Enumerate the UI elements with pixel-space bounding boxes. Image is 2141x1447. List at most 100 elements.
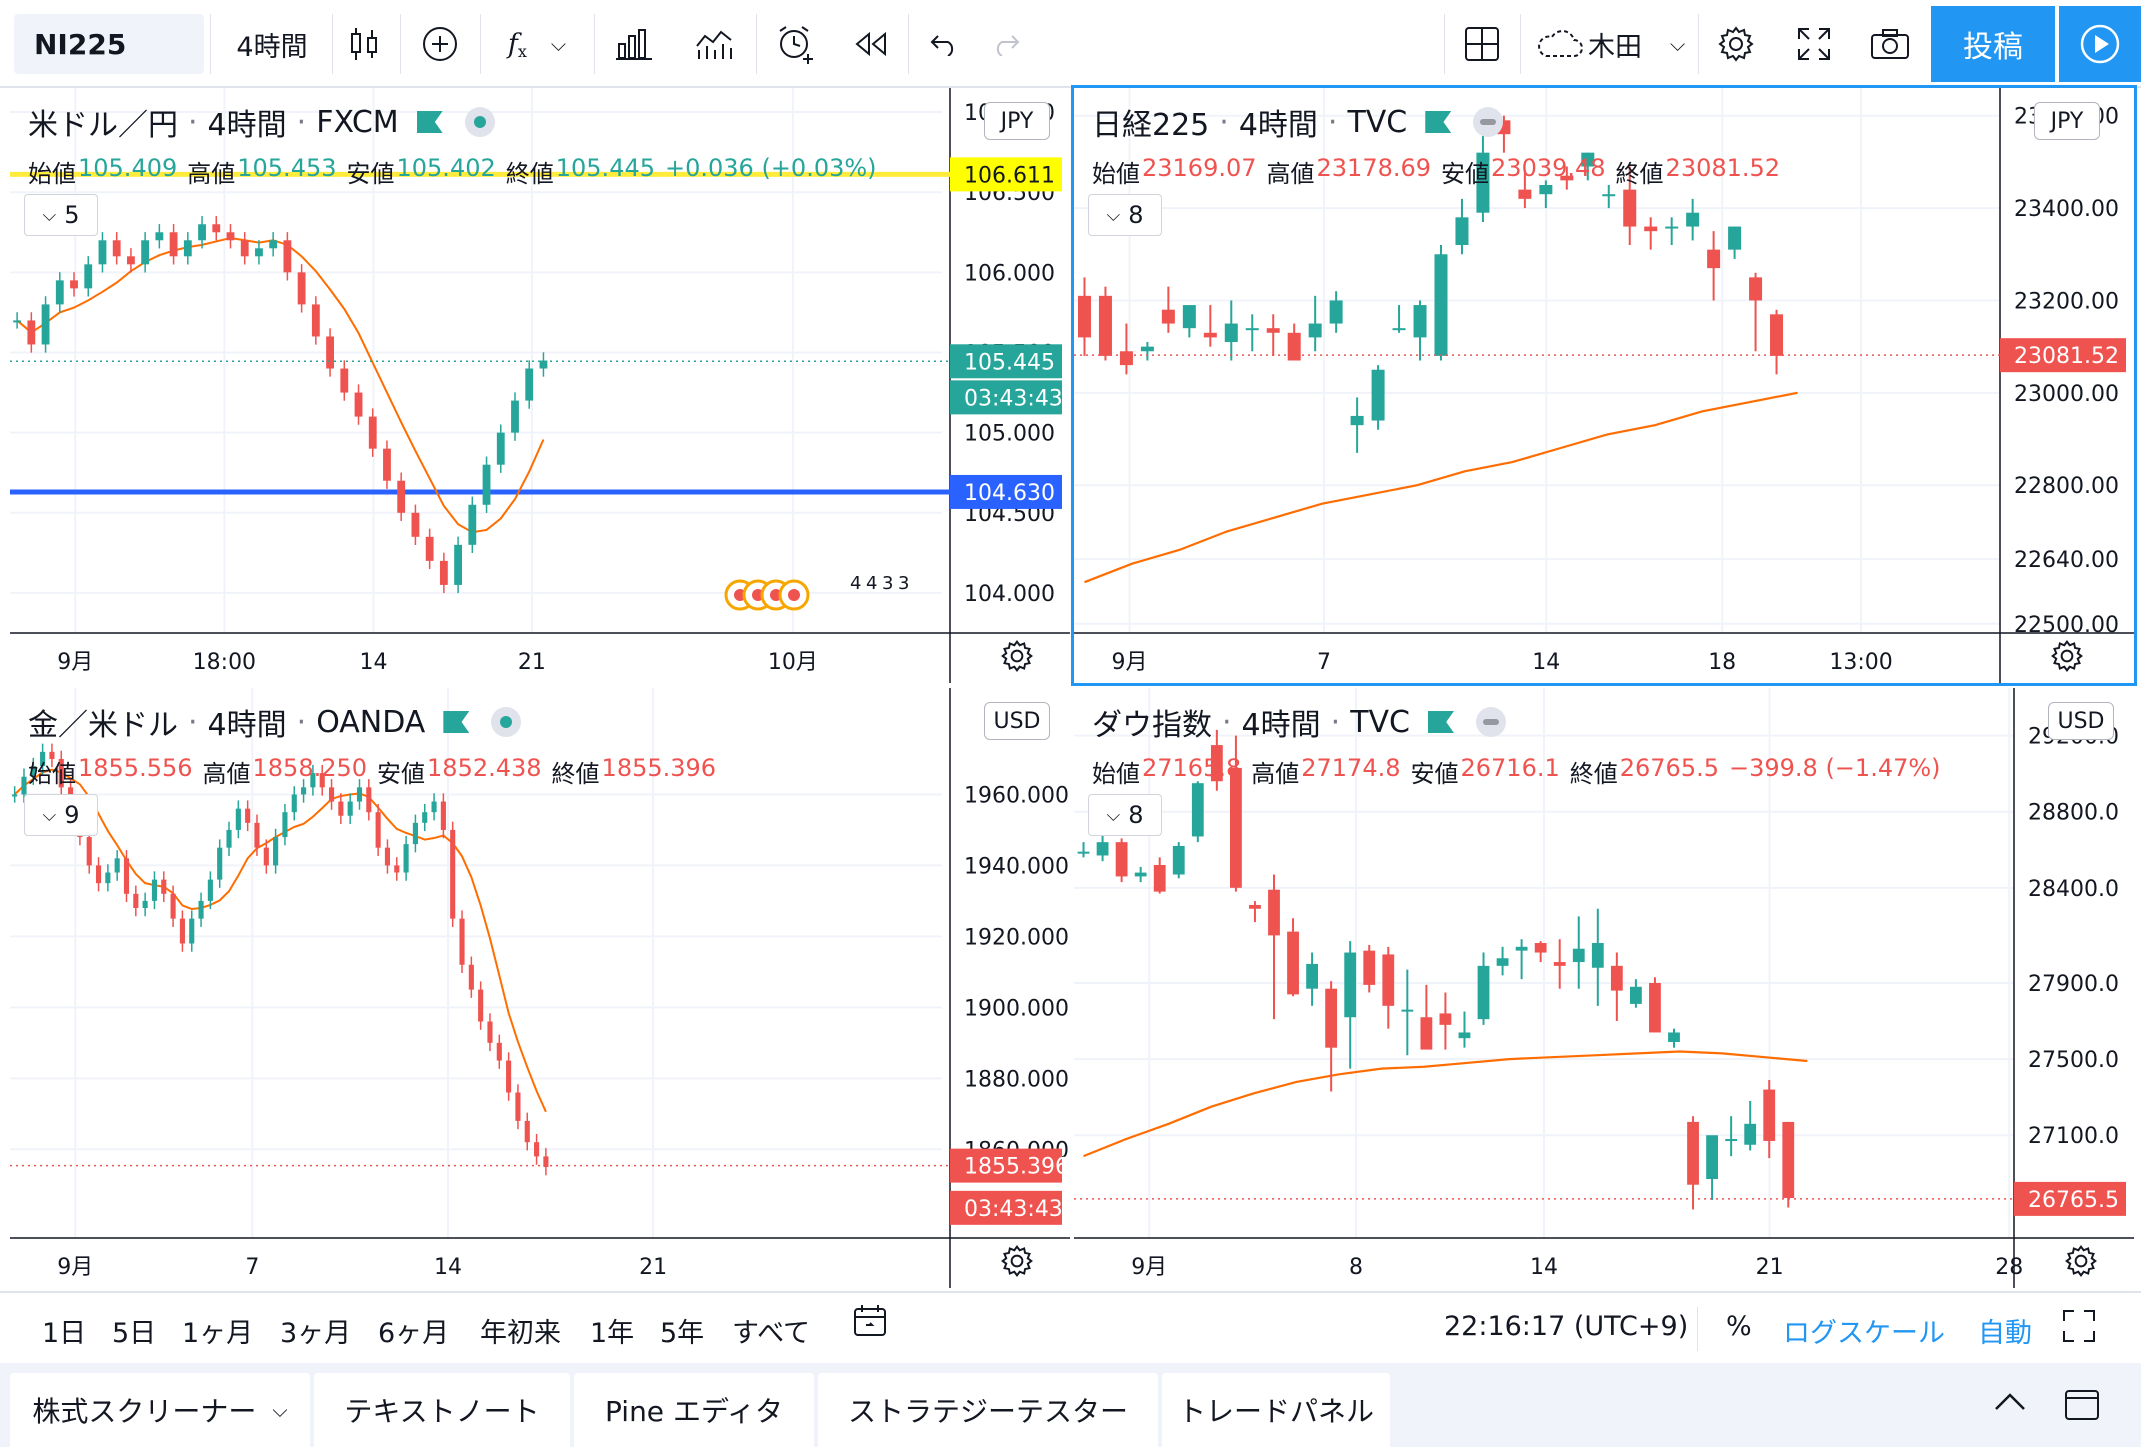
replay-button[interactable] (836, 0, 906, 88)
fullscreen-scale-button[interactable] (2062, 1309, 2096, 1350)
bottom-tab[interactable]: 株式スクリーナー ⌵ (10, 1373, 310, 1447)
publish-button[interactable]: 投稿 (1931, 6, 2055, 82)
chart-pane-dji[interactable]: 29200.028800.028400.027900.027500.027100… (1074, 688, 2134, 1288)
candle (1610, 952, 1623, 1022)
currency-badge[interactable]: USD (2048, 702, 2114, 740)
symbol-name[interactable]: 金／米ドル (28, 700, 178, 744)
range-button[interactable]: すべて (732, 1311, 810, 1350)
candle (1782, 1121, 1795, 1208)
range-button[interactable]: 3ヶ月 (280, 1311, 351, 1350)
auto-scale-toggle[interactable]: 自動 (1978, 1311, 2032, 1350)
time-tick-label: 14 (1532, 650, 1560, 675)
candle (524, 1112, 530, 1151)
candle (1392, 305, 1406, 333)
exchange-name: TVC (1350, 704, 1410, 740)
snapshot-button[interactable] (1854, 0, 1926, 88)
symbol-name[interactable]: 日経225 (1092, 100, 1209, 144)
templates-button[interactable] (676, 0, 752, 88)
candle (1749, 272, 1763, 352)
indicators-toggle[interactable]: ⌵ 8 (1088, 794, 1162, 836)
range-button[interactable]: 1ヶ月 (182, 1311, 253, 1350)
interval-name[interactable]: 4時間 (208, 700, 287, 744)
price-axis-badge: 1855.396 (950, 1148, 1069, 1183)
chart-pane-xauusd[interactable]: 1960.000 1940.000 1920.000 1900.000 1880.000… (10, 688, 1070, 1288)
range-button[interactable]: 1年 (590, 1311, 634, 1350)
save-layout-button[interactable]: 木田 ⌵ (1522, 0, 1698, 88)
percent-toggle[interactable]: % (1726, 1311, 1752, 1342)
range-button[interactable]: 1日 (42, 1311, 86, 1350)
financials-button[interactable] (596, 0, 672, 88)
candle (133, 885, 139, 917)
ohlc-values: 始値 27165.8 高値 27174.8 安値 26716.1 終値 26765.5 −399… (1092, 754, 1941, 789)
event-count: 3 (898, 573, 909, 594)
currency-badge[interactable]: JPY (2034, 102, 2100, 140)
clock[interactable]: 22:16:17 (UTC+9) (1444, 1311, 1688, 1342)
undo-button[interactable] (912, 0, 978, 88)
chart-style-button[interactable] (334, 0, 394, 88)
market-status-icon[interactable] (1475, 707, 1506, 737)
symbol-name[interactable]: 米ドル／円 (28, 100, 178, 144)
chevron-down-icon: ⌵ (272, 1398, 288, 1422)
interval-button[interactable]: 4時間 (212, 0, 332, 88)
interval-name[interactable]: 4時間 (208, 100, 287, 144)
candle (515, 1084, 521, 1130)
candle (1191, 781, 1204, 843)
flag-icon[interactable] (443, 711, 470, 733)
candle (368, 408, 377, 457)
currency-badge[interactable]: JPY (984, 102, 1050, 140)
interval-name[interactable]: 4時間 (1242, 700, 1321, 744)
alarm-clock-icon (779, 26, 813, 64)
indicator-count: 5 (64, 201, 80, 229)
range-button[interactable]: 年初来 (480, 1311, 561, 1350)
collapse-panel-button[interactable] (1992, 1389, 2028, 1417)
range-button[interactable]: 5年 (660, 1311, 704, 1350)
play-button[interactable] (2059, 6, 2141, 82)
maximize-panel-button[interactable] (2064, 1387, 2100, 1425)
compare-button[interactable] (402, 0, 478, 88)
indicators-toggle[interactable]: ⌵ 8 (1088, 194, 1162, 236)
currency-badge[interactable]: USD (984, 702, 1050, 740)
time-tick-label: 9月 (57, 1255, 93, 1280)
time-tick-label: 14 (359, 650, 387, 675)
bottom-tab[interactable]: トレードパネル (1162, 1373, 1390, 1447)
market-status-icon[interactable] (464, 107, 495, 137)
ohlc-values: 始値 23169.07 高値 23178.69 安値 23039.48 終値 23081.52 (1092, 154, 1780, 189)
symbol-search[interactable]: NI225 (14, 14, 204, 74)
symbol-name[interactable]: ダウ指数 (1092, 700, 1212, 744)
chart-pane-ni225[interactable]: 23600.0023400.0023200.0023000.0022800.00… (1071, 85, 2137, 686)
flag-icon[interactable] (416, 111, 443, 133)
candle (1308, 295, 1322, 352)
candle (1161, 286, 1175, 333)
chart-pane-usdjpy[interactable]: 107.000106.500106.000105.500105.000104.5… (10, 88, 1070, 683)
indicators-toggle[interactable]: ⌵ 5 (24, 194, 98, 236)
goto-date-button[interactable] (852, 1303, 888, 1346)
market-status-icon[interactable] (491, 707, 522, 737)
time-tick-label: 9月 (1112, 650, 1148, 675)
redo-button[interactable] (972, 0, 1038, 88)
alert-button[interactable] (758, 0, 834, 88)
flag-icon[interactable] (1427, 711, 1454, 733)
price-tick-label: 1880.000 (964, 1067, 1069, 1092)
price-tick-label: 105.000 (964, 422, 1055, 447)
price-axis-badge: 104.630 (950, 474, 1062, 509)
bottom-tab[interactable]: Pine エディタ (574, 1373, 814, 1447)
range-button[interactable]: 6ヶ月 (378, 1311, 449, 1350)
time-tick-label: 10月 (768, 650, 818, 675)
log-scale-toggle[interactable]: ログスケール (1783, 1311, 1945, 1350)
fullscreen-button[interactable] (1778, 0, 1850, 88)
layout-button[interactable] (1446, 0, 1518, 88)
candle (1591, 908, 1604, 1006)
candle (1096, 834, 1109, 862)
bottom-tab[interactable]: テキストノート (314, 1373, 570, 1447)
interval-name[interactable]: 4時間 (1239, 100, 1318, 144)
gear-icon (2051, 640, 2083, 672)
range-button[interactable]: 5日 (112, 1311, 156, 1350)
indicators-button[interactable]: f x ⌵ (482, 0, 592, 88)
flag-icon[interactable] (1425, 111, 1452, 133)
settings-button[interactable] (1700, 0, 1772, 88)
market-status-icon[interactable] (1473, 107, 1504, 137)
chevron-down-icon: ⌵ (42, 204, 57, 226)
candle (98, 232, 107, 273)
indicators-toggle[interactable]: ⌵ 9 (24, 794, 98, 836)
bottom-tab[interactable]: ストラテジーテスター (818, 1373, 1158, 1447)
